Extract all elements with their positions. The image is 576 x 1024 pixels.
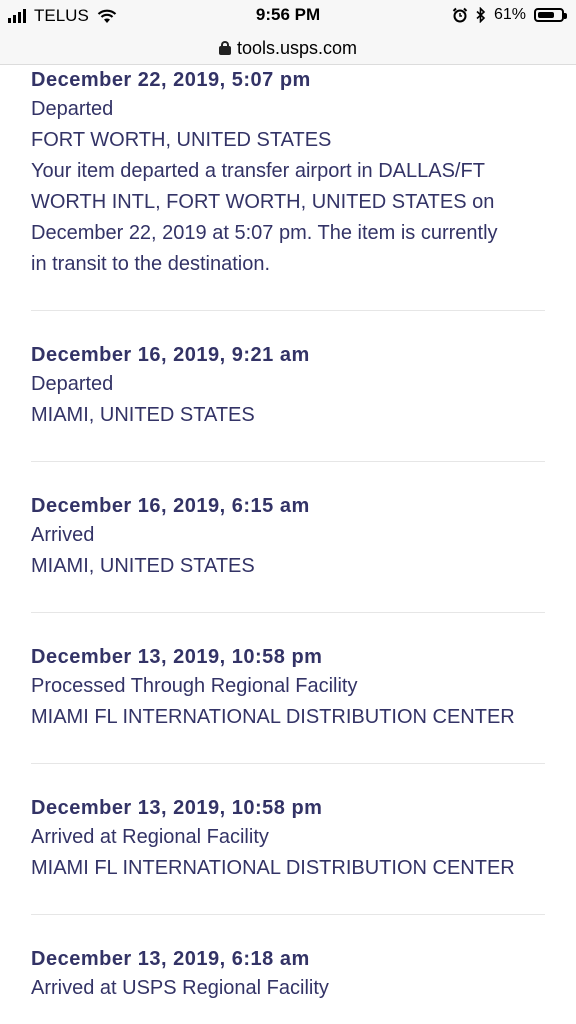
event-detail-line: December 22, 2019 at 5:07 pm. The item i… [31, 222, 498, 244]
tracking-event: December 22, 2019, 5:07 pm Departed FORT… [31, 66, 545, 280]
event-location: FORT WORTH, UNITED STATES [31, 129, 332, 151]
divider [31, 310, 545, 311]
bluetooth-icon [476, 7, 486, 23]
status-bar: TELUS 9:56 PM 61% [0, 0, 576, 32]
event-detail-line: Your item departed a transfer airport in… [31, 160, 485, 182]
lock-icon [218, 41, 231, 55]
tracking-event: December 16, 2019, 6:15 am Arrived MIAMI… [31, 492, 545, 582]
event-status: Arrived [31, 524, 95, 546]
divider [31, 612, 545, 613]
tracking-event: December 13, 2019, 6:18 am Arrived at US… [31, 945, 545, 1004]
event-date: December 13, 2019, 10:58 pm [31, 797, 323, 819]
divider [31, 763, 545, 764]
event-status: Arrived at USPS Regional Facility [31, 977, 329, 999]
event-location: MIAMI FL INTERNATIONAL DISTRIBUTION CENT… [31, 706, 515, 728]
alarm-clock-icon [452, 7, 468, 23]
url-text[interactable]: tools.usps.com [237, 38, 357, 59]
battery-icon [534, 8, 567, 22]
event-status: Arrived at Regional Facility [31, 826, 269, 848]
event-date: December 16, 2019, 6:15 am [31, 495, 310, 517]
event-status: Departed [31, 373, 114, 395]
tracking-history: December 22, 2019, 5:07 pm Departed FORT… [31, 65, 545, 1004]
tracking-event: December 13, 2019, 10:58 pm Arrived at R… [31, 794, 545, 884]
status-right: 61% [452, 6, 567, 24]
divider [31, 914, 545, 915]
event-date: December 13, 2019, 10:58 pm [31, 646, 323, 668]
event-location: MIAMI, UNITED STATES [31, 404, 255, 426]
event-date: December 16, 2019, 9:21 am [31, 344, 310, 366]
event-location: MIAMI, UNITED STATES [31, 555, 255, 577]
tracking-event: December 16, 2019, 9:21 am Departed MIAM… [31, 341, 545, 431]
event-detail-line: WORTH INTL, FORT WORTH, UNITED STATES on [31, 191, 495, 213]
event-location: MIAMI FL INTERNATIONAL DISTRIBUTION CENT… [31, 857, 515, 879]
tracking-event: December 13, 2019, 10:58 pm Processed Th… [31, 643, 545, 733]
event-date: December 13, 2019, 6:18 am [31, 948, 310, 970]
battery-percent: 61% [493, 6, 526, 23]
event-date: December 22, 2019, 5:07 pm [31, 69, 311, 91]
event-status: Departed [31, 98, 114, 120]
address-bar[interactable]: tools.usps.com [0, 32, 576, 65]
divider [31, 461, 545, 462]
event-status: Processed Through Regional Facility [31, 675, 358, 697]
event-detail-line: in transit to the destination. [31, 253, 271, 275]
